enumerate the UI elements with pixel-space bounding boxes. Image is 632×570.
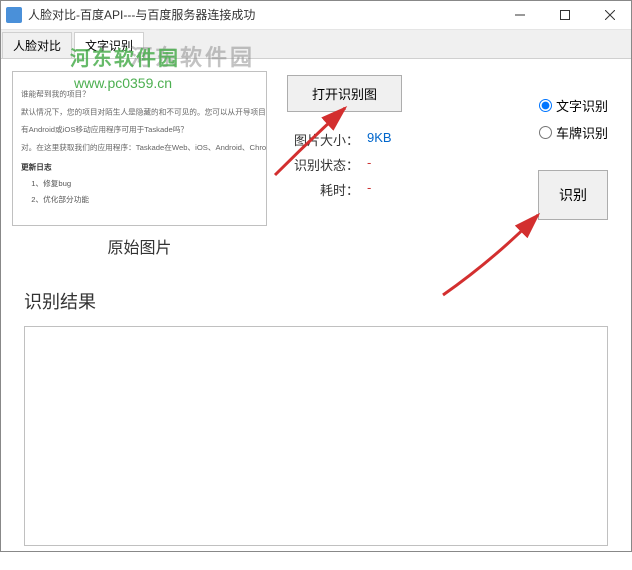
preview-caption: 原始图片: [12, 234, 267, 258]
time-value: -: [367, 180, 371, 199]
preview-item: 2、优化部分功能: [31, 193, 259, 204]
result-title: 识别结果: [24, 288, 620, 314]
preview-item: 1、修复bug: [31, 177, 259, 188]
preview-text: 谁能帮到我的项目？: [21, 88, 259, 99]
open-image-button[interactable]: 打开识别图: [287, 75, 402, 112]
result-textarea[interactable]: [24, 326, 608, 546]
size-label: 图片大小：: [287, 130, 359, 149]
preview-heading: 更新日志: [21, 161, 259, 172]
size-value: 9KB: [367, 130, 392, 149]
recognize-button[interactable]: 识别: [538, 170, 608, 220]
status-value: -: [367, 155, 371, 174]
status-label: 识别状态：: [287, 155, 359, 174]
preview-text: 对。在这里获取我们的应用程序：Taskade在Web、iOS、Android、C…: [21, 142, 259, 153]
radio-plate-label: 车牌识别: [556, 123, 608, 142]
radio-text-label: 文字识别: [556, 96, 608, 115]
preview-text: 默认情况下，您的项目对陌生人是隐藏的和不可见的。您可以从开导项目成员和工作区以与…: [21, 106, 259, 117]
radio-plate-recognition[interactable]: 车牌识别: [539, 123, 608, 142]
preview-image: 谁能帮到我的项目？ 默认情况下，您的项目对陌生人是隐藏的和不可见的。您可以从开导…: [12, 71, 267, 226]
radio-text-input[interactable]: [539, 99, 552, 112]
radio-text-recognition[interactable]: 文字识别: [539, 96, 608, 115]
preview-text: 有Android或iOS移动应用程序可用于Taskade吗？: [21, 124, 259, 135]
radio-plate-input[interactable]: [539, 126, 552, 139]
recognition-mode-group: 文字识别 车牌识别: [539, 88, 608, 150]
time-label: 耗时：: [287, 180, 359, 199]
